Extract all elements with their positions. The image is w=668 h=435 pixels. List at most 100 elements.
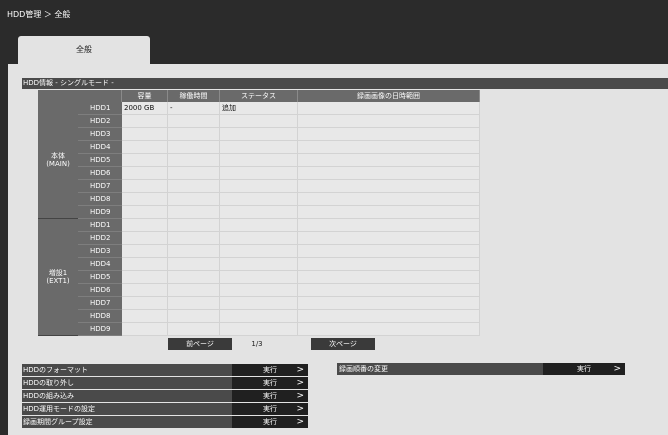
- cell-range: [298, 297, 480, 310]
- cell-range: [298, 323, 480, 336]
- cell-range: [298, 232, 480, 245]
- table-header: 容量 稼働時間 ステータス 録画画像の日時範囲: [38, 90, 480, 102]
- cell-capacity: [122, 310, 168, 323]
- cell-range: [298, 310, 480, 323]
- cell-range: [298, 115, 480, 128]
- table-row[interactable]: HDD9: [78, 323, 480, 336]
- table-row[interactable]: HDD5: [78, 154, 480, 167]
- record-order-label: 録画順番の変更: [337, 363, 483, 375]
- format-execute-button[interactable]: 実行 >: [232, 364, 308, 376]
- execute-label: 実行: [577, 365, 591, 373]
- cell-capacity: 2000 GB: [122, 102, 168, 115]
- table-row[interactable]: HDD8: [78, 310, 480, 323]
- table-row[interactable]: HDD2: [78, 232, 480, 245]
- cell-capacity: [122, 297, 168, 310]
- cell-status: [220, 284, 298, 297]
- cell-uptime: [168, 128, 220, 141]
- cell-range: [298, 258, 480, 271]
- app-frame: HDD管理 ＞ 全般 全般 HDD情報 - シングルモード - 容量 稼働時間 …: [0, 0, 668, 435]
- cell-uptime: [168, 193, 220, 206]
- cell-uptime: -: [168, 102, 220, 115]
- cell-capacity: [122, 206, 168, 219]
- cell-range: [298, 102, 480, 115]
- table-row[interactable]: HDD4: [78, 258, 480, 271]
- cell-range: [298, 167, 480, 180]
- hdd-name: HDD2: [78, 232, 122, 245]
- hdd-name: HDD6: [78, 167, 122, 180]
- cell-status: [220, 258, 298, 271]
- cell-capacity: [122, 128, 168, 141]
- chevron-right-icon: >: [296, 417, 304, 427]
- breadcrumb: HDD管理 ＞ 全般: [0, 0, 668, 30]
- hdd-name: HDD4: [78, 258, 122, 271]
- cell-uptime: [168, 206, 220, 219]
- group-label-name: 本体: [51, 152, 65, 160]
- hdd-name: HDD6: [78, 284, 122, 297]
- cell-status: [220, 245, 298, 258]
- record-order-execute-button[interactable]: 実行 >: [543, 363, 625, 375]
- execute-label: 実行: [263, 366, 277, 374]
- table-row[interactable]: HDD7: [78, 297, 480, 310]
- header-capacity: 容量: [122, 90, 168, 102]
- cell-uptime: [168, 297, 220, 310]
- install-execute-button[interactable]: 実行 >: [232, 390, 308, 402]
- header-record-range: 録画画像の日時範囲: [298, 90, 480, 102]
- tab-general[interactable]: 全般: [18, 36, 150, 64]
- chevron-right-icon: >: [613, 364, 621, 374]
- table-row[interactable]: HDD7: [78, 180, 480, 193]
- hdd-name: HDD1: [78, 219, 122, 232]
- remove-label: HDDの取り外し: [22, 377, 232, 389]
- cell-status: [220, 180, 298, 193]
- cell-capacity: [122, 180, 168, 193]
- remove-execute-button[interactable]: 実行 >: [232, 377, 308, 389]
- operation-mode-execute-button[interactable]: 実行 >: [232, 403, 308, 415]
- cell-uptime: [168, 271, 220, 284]
- table-row[interactable]: HDD4: [78, 141, 480, 154]
- page-indicator: 1/3: [251, 340, 263, 348]
- table-row[interactable]: HDD6: [78, 284, 480, 297]
- chevron-right-icon: >: [296, 391, 304, 401]
- cell-range: [298, 219, 480, 232]
- table-row[interactable]: HDD1: [78, 219, 480, 232]
- cell-uptime: [168, 141, 220, 154]
- table-row[interactable]: HDD3: [78, 128, 480, 141]
- cell-uptime: [168, 219, 220, 232]
- chevron-right-icon: >: [296, 365, 304, 375]
- hdd-name: HDD9: [78, 323, 122, 336]
- cell-range: [298, 128, 480, 141]
- table-row[interactable]: HDD3: [78, 245, 480, 258]
- cell-uptime: [168, 167, 220, 180]
- cell-range: [298, 154, 480, 167]
- hdd-name: HDD7: [78, 297, 122, 310]
- table-row[interactable]: HDD2: [78, 115, 480, 128]
- table-row[interactable]: HDD9: [78, 206, 480, 219]
- chevron-right-icon: >: [296, 378, 304, 388]
- prev-page-button[interactable]: 前ページ: [168, 338, 232, 350]
- group-label-text: 本体 (MAIN): [46, 152, 70, 168]
- cell-capacity: [122, 219, 168, 232]
- cell-capacity: [122, 141, 168, 154]
- cell-status: [220, 297, 298, 310]
- cell-capacity: [122, 167, 168, 180]
- hdd-name: HDD5: [78, 154, 122, 167]
- table-row[interactable]: HDD6: [78, 167, 480, 180]
- record-period-group-execute-button[interactable]: 実行 >: [232, 416, 308, 428]
- cell-uptime: [168, 115, 220, 128]
- hdd-name: HDD4: [78, 141, 122, 154]
- cell-range: [298, 193, 480, 206]
- table-row[interactable]: HDD5: [78, 271, 480, 284]
- cell-uptime: [168, 258, 220, 271]
- hdd-name: HDD5: [78, 271, 122, 284]
- table-row[interactable]: HDD8: [78, 193, 480, 206]
- group-label: 本体 (MAIN): [38, 102, 78, 219]
- cell-uptime: [168, 245, 220, 258]
- main-panel: HDD情報 - シングルモード - 容量 稼働時間 ステータス 録画画像の日時範…: [8, 64, 668, 435]
- table-row[interactable]: HDD1 2000 GB - 追加: [78, 102, 480, 115]
- cell-status: [220, 219, 298, 232]
- cell-uptime: [168, 310, 220, 323]
- cell-capacity: [122, 154, 168, 167]
- tab-strip: 全般: [8, 30, 668, 64]
- next-page-button[interactable]: 次ページ: [311, 338, 375, 350]
- header-uptime: 稼働時間: [168, 90, 220, 102]
- hdd-name: HDD2: [78, 115, 122, 128]
